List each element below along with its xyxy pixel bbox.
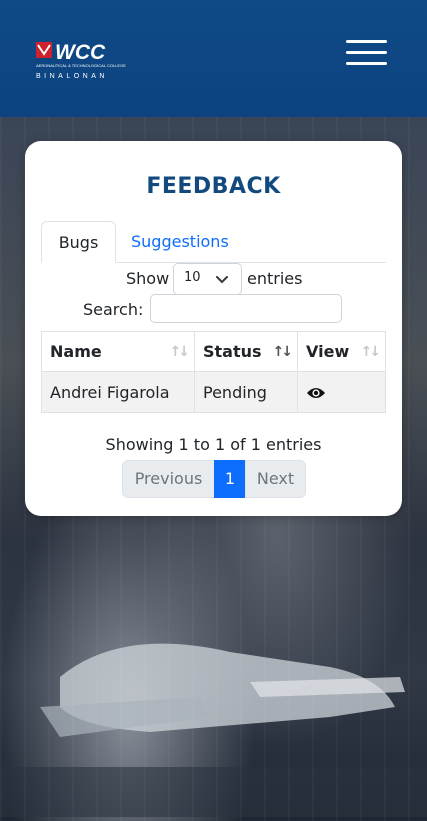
app-header: WCC AERONAUTICAL & TECHNOLOGICAL COLLEGE…	[0, 0, 427, 117]
svg-text:BINALONAN: BINALONAN	[36, 73, 108, 80]
chevron-down-icon	[216, 276, 228, 284]
sort-icon: ↑↓	[360, 344, 382, 360]
feedback-card: FEEDBACK Bugs Suggestions Show 10 entrie…	[25, 141, 402, 516]
cell-view	[297, 371, 386, 413]
column-view-label: View	[306, 342, 350, 361]
column-header-view[interactable]: View ↑↓	[297, 331, 386, 372]
tab-suggestions[interactable]: Suggestions	[131, 221, 229, 262]
column-name-label: Name	[50, 342, 102, 361]
page-title: FEEDBACK	[146, 174, 281, 199]
feedback-table: Name ↑↓ Status ↑↓ View ↑↓ Andrei Figarol…	[41, 331, 386, 413]
sort-icon: ↑↓	[272, 344, 294, 360]
column-header-status[interactable]: Status ↑↓	[194, 331, 298, 372]
table-info: Showing 1 to 1 of 1 entries	[105, 435, 322, 454]
column-header-name[interactable]: Name ↑↓	[41, 331, 195, 372]
wcc-logo: WCC AERONAUTICAL & TECHNOLOGICAL COLLEGE…	[36, 41, 126, 80]
entries-select-value: 10	[184, 270, 201, 285]
tab-bugs[interactable]: Bugs	[41, 221, 116, 263]
svg-text:WCC: WCC	[55, 41, 106, 64]
previous-page-button[interactable]: Previous	[122, 460, 215, 498]
entries-select[interactable]: 10	[173, 263, 242, 295]
airplane-illustration	[0, 643, 427, 817]
page-1-button[interactable]: 1	[214, 460, 246, 498]
feedback-tabs: Bugs Suggestions	[41, 221, 386, 263]
cell-status: Pending	[194, 371, 298, 413]
search-input[interactable]	[150, 294, 342, 323]
table-row: Andrei Figarola Pending	[41, 371, 386, 413]
column-status-label: Status	[203, 342, 262, 361]
cell-name: Andrei Figarola	[41, 371, 195, 413]
show-label: Show	[126, 269, 170, 288]
eye-icon[interactable]	[306, 386, 326, 400]
svg-text:AERONAUTICAL & TECHNOLOGICAL C: AERONAUTICAL & TECHNOLOGICAL COLLEGE	[36, 63, 126, 68]
search-label: Search:	[83, 300, 144, 319]
next-page-button[interactable]: Next	[245, 460, 306, 498]
sort-icon: ↑↓	[169, 344, 191, 360]
entries-label: entries	[247, 269, 303, 288]
table-header-row: Name ↑↓ Status ↑↓ View ↑↓	[41, 331, 386, 372]
hamburger-menu-icon[interactable]	[346, 40, 388, 66]
